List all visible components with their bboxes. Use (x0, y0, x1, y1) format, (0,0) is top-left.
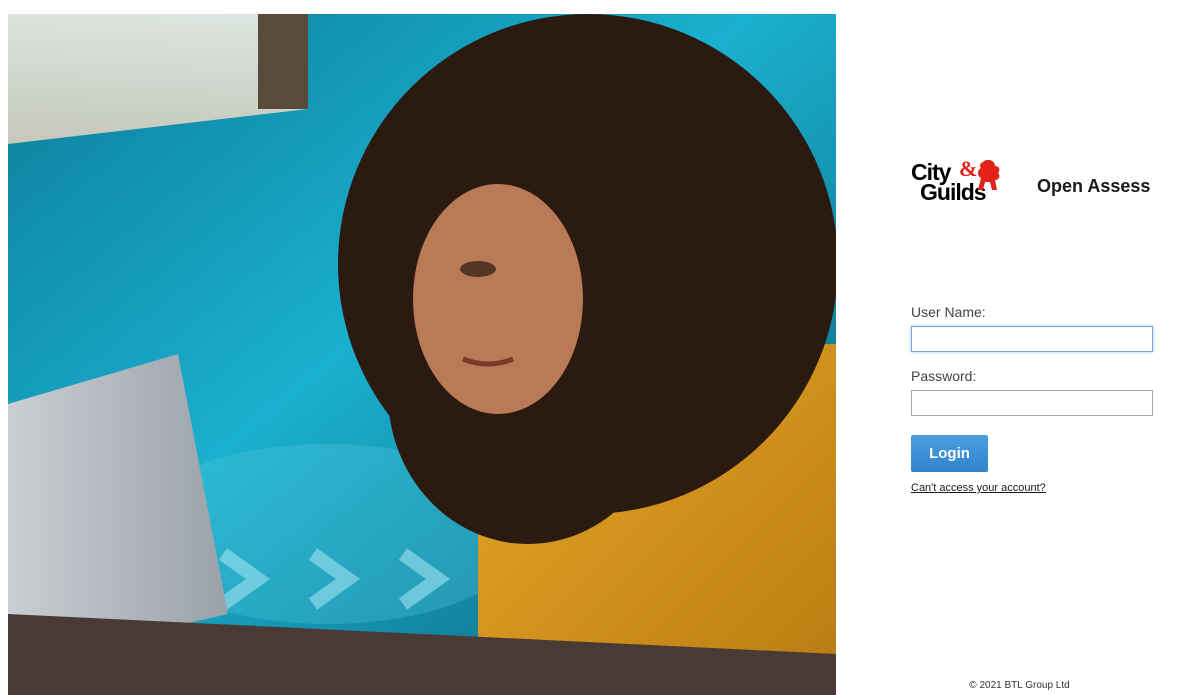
product-name: Open Assess (1037, 176, 1151, 196)
city-guilds-logo: City & Guilds (911, 156, 1011, 218)
username-input[interactable] (911, 326, 1153, 352)
lion-icon (978, 159, 1000, 190)
cant-access-account-link[interactable]: Can't access your account? (911, 482, 1046, 494)
password-label: Password: (911, 368, 977, 384)
top-strip (0, 0, 1203, 14)
brand-header: City & Guilds Open Assess (911, 156, 1171, 218)
login-button[interactable]: Login (911, 435, 988, 472)
hero-photo (8, 14, 836, 695)
hero-image (8, 14, 836, 695)
username-label: User Name: (911, 304, 986, 320)
copyright-footer: © 2021 BTL Group Ltd (969, 680, 1070, 691)
password-input[interactable] (911, 390, 1153, 416)
login-panel (836, 14, 1203, 695)
